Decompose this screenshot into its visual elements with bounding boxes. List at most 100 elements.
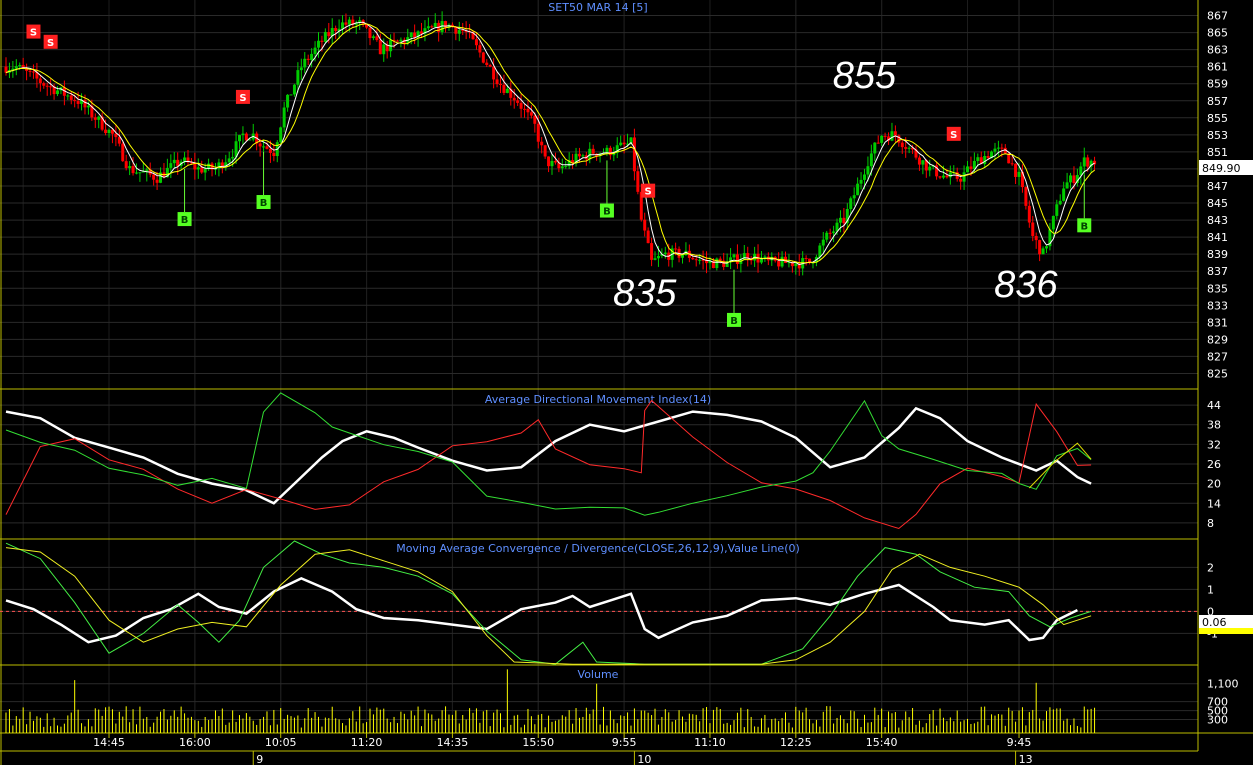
candle-body [564, 166, 568, 168]
candle-body [780, 256, 784, 267]
y-tick-label: 857 [1207, 95, 1228, 108]
candle-body [454, 27, 458, 34]
candle-body [663, 252, 667, 255]
y-tick-label: 861 [1207, 61, 1228, 74]
y-tick-label: 859 [1207, 78, 1228, 91]
candle-body [636, 171, 640, 192]
y-tick-label: 2 [1207, 561, 1214, 574]
sell-signal-label: S [239, 93, 246, 104]
x-tick-label: 15:50 [522, 736, 554, 749]
price-annotation: 855 [833, 55, 897, 97]
candle-body [876, 142, 880, 144]
candle-body [73, 99, 77, 102]
candle-body [430, 26, 434, 28]
candle-body [828, 232, 832, 234]
candle-body [341, 22, 345, 29]
candle-body [488, 64, 492, 67]
candle-body [825, 232, 829, 240]
y-tick-label: 831 [1207, 316, 1228, 329]
y-tick-label: 829 [1207, 333, 1228, 346]
candle-body [804, 258, 808, 260]
candle-body [272, 152, 276, 157]
candle-body [505, 88, 509, 93]
candle-body [265, 146, 269, 149]
candle-body [241, 133, 245, 136]
buy-signal-label: B [260, 198, 268, 209]
candle-body [735, 254, 739, 264]
candle-body [921, 160, 925, 165]
candle-body [512, 97, 516, 101]
candle-body [313, 47, 317, 54]
buy-signal-label: B [603, 207, 611, 218]
candle-body [444, 21, 448, 28]
candle-body [433, 22, 437, 28]
candle-body [938, 176, 942, 178]
candle-body [238, 135, 242, 142]
candle-body [866, 166, 870, 175]
candle-body [907, 147, 911, 149]
candle-body [622, 142, 626, 145]
macd-pane-title: Moving Average Convergence / Divergence(… [396, 542, 800, 555]
candle-body [76, 101, 80, 104]
candle-body [244, 133, 248, 141]
candle-body [502, 84, 506, 93]
candle-body [680, 254, 684, 258]
candle-body [529, 112, 533, 116]
candle-body [1069, 175, 1073, 183]
x-tick-label: 15:40 [866, 736, 898, 749]
candle-body [310, 53, 314, 60]
trading-chart[interactable]: SET50 MAR 14 [5] Average Directional Mov… [0, 0, 1253, 765]
candle-body [619, 142, 623, 146]
candle-body [131, 166, 135, 174]
buy-signal-label: B [730, 316, 738, 327]
candle-body [395, 40, 399, 42]
candle-body [543, 145, 547, 157]
candle-body [134, 172, 138, 174]
candle-body [1010, 163, 1014, 165]
macd-last-flag: 0.06 [1199, 615, 1253, 634]
candle-body [258, 143, 262, 147]
buy-signal-label: B [1080, 221, 1088, 232]
candle-body [1000, 147, 1004, 149]
y-tick-label: 38 [1207, 419, 1221, 432]
candle-body [371, 36, 375, 39]
candle-body [478, 45, 482, 53]
candle-body [852, 195, 856, 199]
candle-body [983, 155, 987, 165]
x-tick-label: 9:55 [612, 736, 637, 749]
candle-body [121, 143, 125, 162]
candle-body [553, 160, 557, 163]
last-price-label: 849.90 [1202, 162, 1241, 175]
candle-body [838, 217, 842, 223]
y-tick-label: 8 [1207, 517, 1214, 530]
candle-body [66, 95, 70, 97]
candle-body [818, 245, 822, 257]
candle-body [176, 159, 180, 166]
y-tick-label: 20 [1207, 478, 1221, 491]
candle-body [986, 155, 990, 159]
candle-body [959, 178, 963, 182]
candle-body [200, 167, 204, 173]
candle-body [928, 166, 932, 171]
day-tick-label: 10 [637, 753, 651, 765]
candle-body [694, 259, 698, 261]
y-tick-label: 841 [1207, 231, 1228, 244]
y-tick-label: 843 [1207, 214, 1228, 227]
candle-body [691, 257, 695, 260]
candle-body [457, 30, 461, 34]
candle-body [1062, 188, 1066, 201]
candle-body [1041, 248, 1045, 255]
candle-body [862, 174, 866, 180]
candle-body [299, 67, 303, 71]
candle-body [320, 40, 324, 42]
candle-body [588, 148, 592, 160]
candle-body [56, 90, 60, 95]
x-tick-label: 12:25 [780, 736, 812, 749]
candle-body [523, 108, 527, 110]
candle-body [327, 32, 331, 37]
candle-body [31, 71, 35, 73]
candle-body [203, 168, 207, 173]
candle-body [172, 159, 176, 164]
x-tick-label: 10:05 [265, 736, 297, 749]
candle-body [28, 70, 32, 72]
